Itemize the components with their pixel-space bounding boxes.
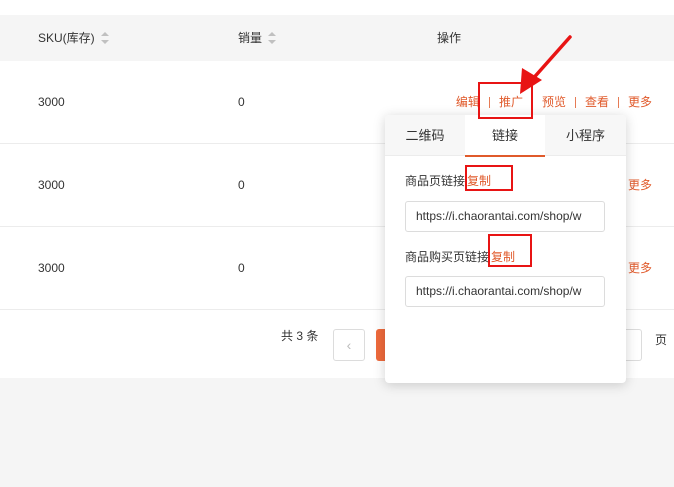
tab-link[interactable]: 链接: [465, 115, 545, 157]
product-link-field[interactable]: https://i.chaorantai.com/shop/w: [405, 201, 605, 232]
copy-product-link-button[interactable]: 复制: [467, 174, 491, 188]
action-divider: [531, 97, 533, 109]
edit-link[interactable]: 编辑: [456, 95, 480, 109]
table-header: SKU(库存) 销量 操作: [0, 15, 674, 61]
sales-cell: 0: [238, 95, 245, 109]
buy-link-row: 商品购买页链接 复制: [405, 248, 515, 265]
header-actions: 操作: [437, 15, 461, 61]
product-link-row: 商品页链接 复制: [405, 172, 491, 189]
page-suffix-label: 页: [655, 333, 668, 347]
promote-link[interactable]: 推广: [499, 95, 523, 109]
product-link-label: 商品页链接: [405, 174, 466, 188]
total-count: 共 3 条: [281, 329, 319, 343]
popover-tabs: 二维码 链接 小程序: [385, 115, 626, 157]
buy-link-label: 商品购买页链接: [405, 250, 490, 264]
promote-popover: 二维码 链接 小程序 商品页链接 复制 https://i.chaorantai.…: [385, 115, 626, 383]
header-sales[interactable]: 销量: [238, 15, 277, 61]
header-sales-label: 销量: [238, 31, 263, 45]
action-divider: [488, 97, 490, 109]
more-link[interactable]: 更多: [628, 178, 652, 192]
sales-cell: 0: [238, 261, 245, 275]
header-actions-label: 操作: [437, 31, 462, 45]
row-actions: 更多: [628, 227, 652, 310]
tab-qrcode[interactable]: 二维码: [385, 115, 465, 156]
sku-cell: 3000: [38, 178, 65, 192]
action-divider: [574, 97, 576, 109]
header-sku-label: SKU(库存): [38, 31, 95, 45]
row-actions: 更多: [628, 144, 652, 227]
sku-cell: 3000: [38, 95, 65, 109]
action-divider: [617, 97, 619, 109]
copy-buy-link-button[interactable]: 复制: [491, 250, 515, 264]
sort-icon[interactable]: [100, 31, 109, 44]
sort-icon[interactable]: [268, 31, 277, 44]
buy-link-field[interactable]: https://i.chaorantai.com/shop/w: [405, 276, 605, 307]
more-link[interactable]: 更多: [628, 261, 652, 275]
preview-link[interactable]: 预览: [542, 95, 566, 109]
sku-cell: 3000: [38, 261, 65, 275]
tab-mini-program[interactable]: 小程序: [545, 115, 626, 156]
prev-page-button[interactable]: ‹: [333, 329, 365, 361]
header-sku[interactable]: SKU(库存): [38, 15, 109, 61]
more-link[interactable]: 更多: [628, 95, 652, 109]
view-link[interactable]: 查看: [585, 95, 609, 109]
sales-cell: 0: [238, 178, 245, 192]
